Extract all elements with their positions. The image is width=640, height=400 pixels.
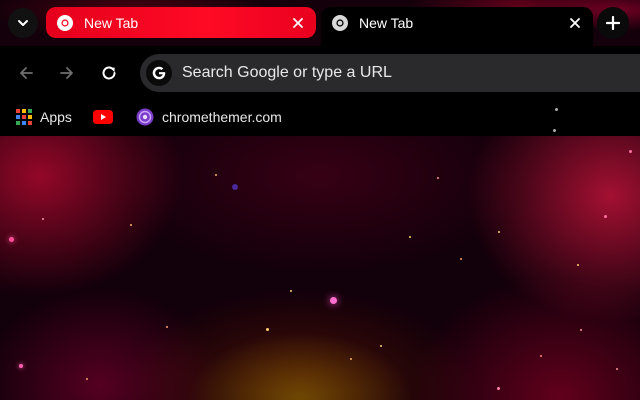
background-star [409, 236, 411, 238]
chrome-icon [331, 14, 349, 32]
close-icon [570, 17, 580, 28]
background-star [580, 329, 582, 331]
chevron-down-icon [18, 20, 28, 26]
bookmark-youtube[interactable] [93, 106, 113, 128]
new-tab-button[interactable] [597, 7, 629, 39]
background-star [553, 129, 556, 132]
tab-title: New Tab [84, 14, 139, 31]
background-star [266, 328, 269, 331]
background-star [9, 237, 14, 242]
forward-button[interactable] [53, 59, 81, 87]
chromethemer-icon [136, 108, 154, 126]
background-star [42, 218, 44, 220]
background-star [629, 150, 632, 153]
background-star [290, 290, 292, 292]
youtube-icon [93, 110, 113, 124]
tab-title: New Tab [359, 14, 414, 31]
bookmark-label: chromethemer.com [162, 109, 282, 125]
omnibox[interactable]: Search Google or type a URL [140, 54, 640, 92]
background-star [604, 215, 607, 218]
background-star [616, 368, 618, 370]
background-star [540, 355, 542, 357]
background-star [86, 378, 88, 380]
background-star [215, 174, 217, 176]
close-tab-button[interactable] [288, 13, 308, 33]
toolbar: Search Google or type a URL [0, 46, 640, 100]
background-star [350, 358, 352, 360]
tab-search-button[interactable] [8, 8, 38, 38]
arrow-right-icon [60, 67, 73, 79]
reload-icon [102, 66, 116, 80]
background-star [380, 345, 382, 347]
omnibox-placeholder: Search Google or type a URL [182, 64, 392, 81]
background-star [330, 297, 337, 304]
plus-icon [606, 16, 620, 30]
bookmark-chromethemer[interactable]: chromethemer.com [136, 106, 282, 128]
apps-grid-icon [16, 109, 32, 125]
background-star [166, 326, 168, 328]
tab-new-tab-2[interactable]: New Tab [321, 7, 593, 46]
background-star [577, 264, 579, 266]
bookmark-label: Apps [40, 109, 72, 125]
close-icon [293, 17, 303, 28]
background-star [130, 224, 132, 226]
tab-strip: New Tab New Tab [0, 0, 640, 46]
background-star [555, 108, 558, 111]
background-star [498, 231, 500, 233]
background-star [232, 184, 238, 190]
new-tab-page-background [0, 136, 640, 400]
tab-new-tab-1[interactable]: New Tab [46, 7, 316, 38]
arrow-left-icon [20, 67, 33, 79]
reload-button[interactable] [95, 59, 123, 87]
back-button[interactable] [12, 59, 40, 87]
chrome-icon [56, 14, 74, 32]
bookmarks-bar: Apps chromethemer.com [0, 100, 640, 136]
google-g-icon [146, 60, 172, 86]
background-star [497, 387, 500, 390]
bookmark-apps[interactable]: Apps [16, 106, 72, 128]
close-tab-button[interactable] [565, 13, 585, 33]
background-star [19, 364, 23, 368]
background-star [437, 177, 439, 179]
background-star [460, 258, 462, 260]
